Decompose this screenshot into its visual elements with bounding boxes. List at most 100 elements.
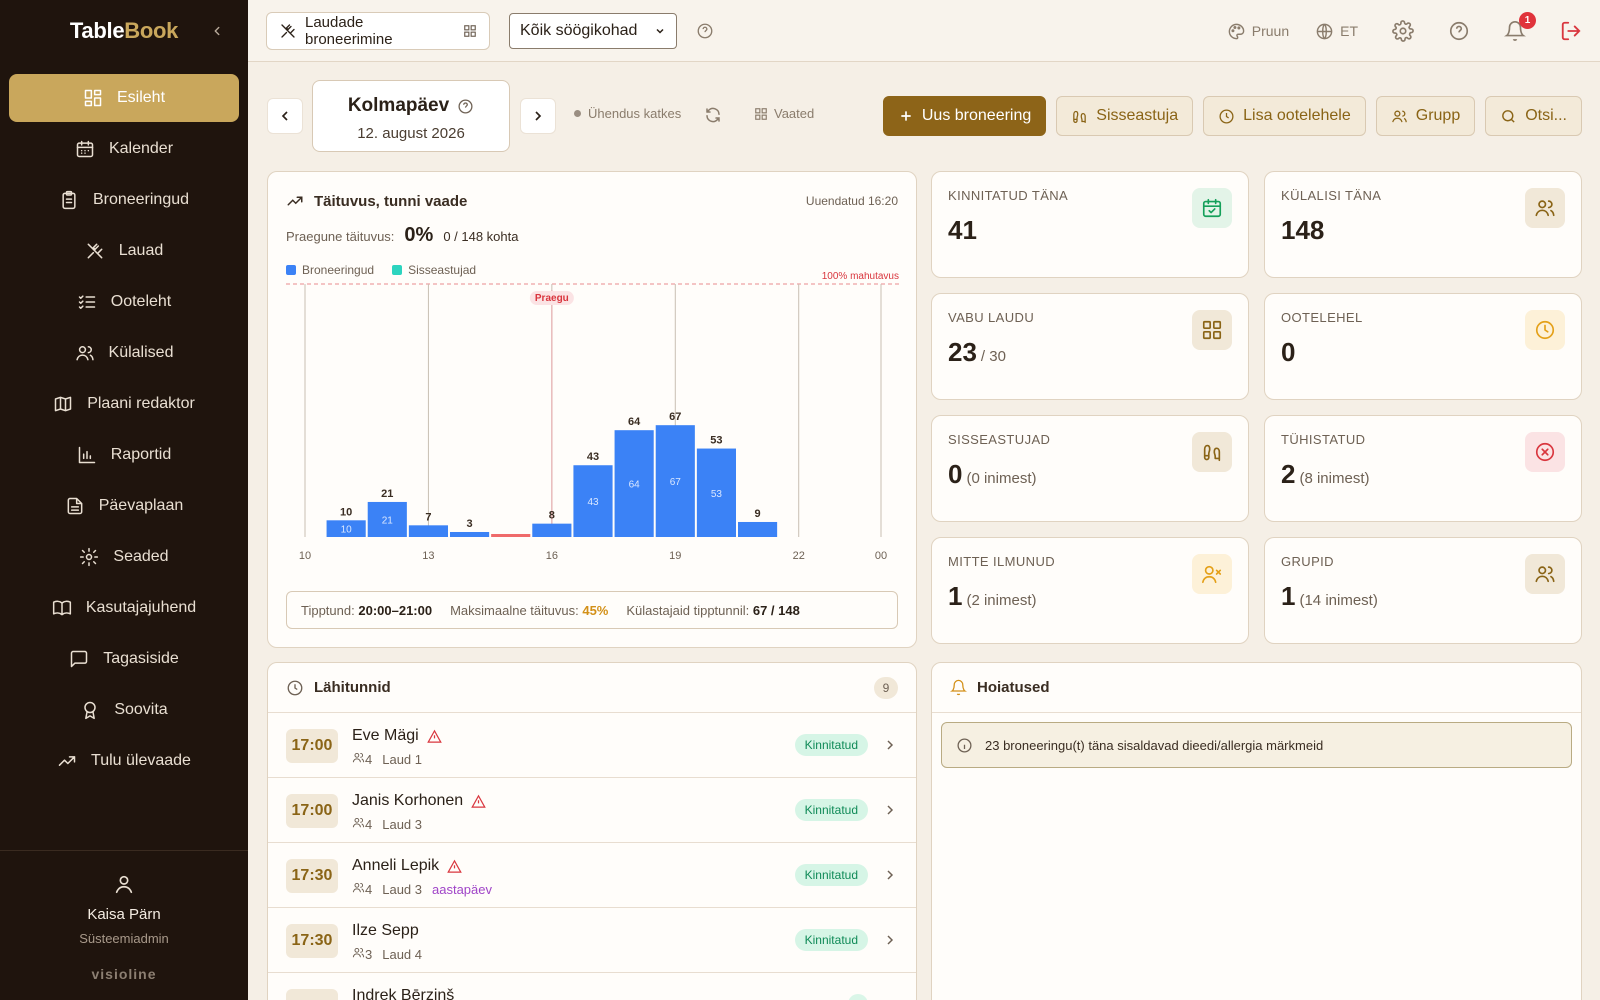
logout-icon[interactable] xyxy=(1560,20,1582,42)
group-button[interactable]: Grupp xyxy=(1375,96,1476,136)
sidebar-item-message[interactable]: Tagasiside xyxy=(9,635,239,683)
user-icon xyxy=(115,875,133,894)
gear-icon[interactable] xyxy=(1392,20,1414,42)
topbar-actions: Pruun ET 1 xyxy=(1201,0,1582,62)
sidebar-item-label: Esileht xyxy=(116,89,166,106)
status-badge xyxy=(848,994,868,1000)
sidebar-item-dashboard[interactable]: Esileht xyxy=(9,74,239,122)
stat-value: 0 xyxy=(1281,337,1296,367)
bar-value-label: 64 xyxy=(628,416,641,428)
alerts-panel: Hoiatused 23 broneeringu(t) täna sisalda… xyxy=(931,662,1582,1000)
status-dot xyxy=(574,110,581,117)
reservation-meta: 4 Laud 1 xyxy=(352,751,422,767)
reservation-meta: 4 Laud 3 aastapäev xyxy=(352,881,492,897)
message-icon xyxy=(70,650,88,668)
help-icon[interactable] xyxy=(696,22,714,40)
venue-select[interactable]: Kõik söögikohad xyxy=(509,13,677,49)
bar-value-label: 67 xyxy=(669,411,681,423)
stat-icon-wrap xyxy=(1525,554,1565,594)
refresh-icon[interactable] xyxy=(704,106,722,124)
bar-value-label: 10 xyxy=(340,506,352,518)
sidebar-item-map[interactable]: Plaani redaktor xyxy=(9,380,239,428)
sidebar-item-gear[interactable]: Seaded xyxy=(9,533,239,581)
alerts-title: Hoiatused xyxy=(977,679,1050,696)
new-reservation-button[interactable]: Uus broneering xyxy=(882,96,1047,136)
sidebar-nav: Esileht Kalender Broneeringud Lauad Ooteleht… xyxy=(0,62,248,785)
grid-icon xyxy=(464,25,476,37)
stat-label: Sisseastujad xyxy=(948,432,1051,447)
stat-card[interactable]: Mitte ilmunud 1 (2 inimest) xyxy=(931,537,1249,644)
stat-card[interactable]: Kinnitatud täna 41 xyxy=(931,171,1249,278)
stat-card[interactable]: Tühistatud 2 (8 inimest) xyxy=(1264,415,1582,522)
stat-sub: (2 inimest) xyxy=(966,592,1037,609)
next-day-button[interactable] xyxy=(520,98,556,134)
stat-sub: (8 inimest) xyxy=(1299,470,1370,487)
notification-badge: 1 xyxy=(1519,12,1536,29)
views-button[interactable]: Vaated xyxy=(754,106,814,121)
sidebar-item-document[interactable]: Päevaplaan xyxy=(9,482,239,530)
table-label: Laud 3 xyxy=(382,816,422,832)
users-icon xyxy=(1391,110,1407,122)
stat-card[interactable]: Külalisi täna 148 xyxy=(1264,171,1582,278)
theme-button[interactable]: Pruun xyxy=(1227,22,1289,41)
upcoming-title: Lähitunnid xyxy=(314,679,391,696)
bar-chart-icon xyxy=(78,446,95,464)
stat-label: Kinnitatud täna xyxy=(948,188,1069,203)
sidebar-item-utensils[interactable]: Lauad xyxy=(9,227,239,275)
sidebar-item-bar-chart[interactable]: Raportid xyxy=(9,431,239,479)
reservation-row[interactable]: 17:00 Janis Korhonen 4 Laud 3 Kinnitatud xyxy=(268,778,916,843)
stat-card[interactable]: Vabu laudu 23/ 30 xyxy=(931,293,1249,400)
add-to-waitlist-button[interactable]: Lisa ootelehele xyxy=(1203,96,1366,136)
full-date: 12. august 2026 xyxy=(357,125,465,142)
sidebar-item-clipboard[interactable]: Broneeringud xyxy=(9,176,239,224)
collapse-sidebar-button[interactable] xyxy=(206,20,228,42)
date-bar: Kolmapäev 12. august 2026 Ühendus katkes… xyxy=(248,62,1600,170)
day-name: Kolmapäev xyxy=(347,95,450,116)
help-icon[interactable] xyxy=(457,98,474,115)
prev-day-button[interactable] xyxy=(267,98,303,134)
trending-up-icon xyxy=(287,196,303,206)
bar-value-label: 7 xyxy=(425,511,431,523)
language-button[interactable]: ET xyxy=(1315,22,1358,41)
walk-in-button[interactable]: Sisseastuja xyxy=(1056,96,1194,136)
reservation-row[interactable]: 17:30 Ilze Sepp 3 Laud 4 Kinnitatud xyxy=(268,908,916,973)
notifications-button[interactable]: 1 xyxy=(1504,12,1536,42)
stat-icon-wrap xyxy=(1192,310,1232,350)
bar-value-label: 21 xyxy=(381,488,393,500)
sidebar-item-award[interactable]: Soovita xyxy=(9,686,239,734)
stat-card[interactable]: Sisseastujad 0 (0 inimest) xyxy=(931,415,1249,522)
reservation-row[interactable]: 17:00 Eve Mägi 4 Laud 1 Kinnitatud xyxy=(268,713,916,778)
reservation-row[interactable]: Indrek Bērziņš xyxy=(268,973,916,1000)
alert-item[interactable]: 23 broneeringu(t) täna sisaldavad dieedi… xyxy=(941,722,1572,768)
chevron-left-icon xyxy=(214,26,220,36)
users-icon xyxy=(352,882,365,893)
bar xyxy=(738,521,778,537)
brand-logo[interactable]: TableBook xyxy=(70,18,178,44)
party-size: 4 xyxy=(352,751,372,767)
stat-card[interactable]: Grupid 1 (14 inimest) xyxy=(1264,537,1582,644)
sidebar-item-list-check[interactable]: Ooteleht xyxy=(9,278,239,326)
bar-inner-label: 10 xyxy=(341,525,353,536)
sidebar-item-calendar[interactable]: Kalender xyxy=(9,125,239,173)
bar xyxy=(532,523,572,537)
bar-inner-label: 67 xyxy=(670,477,682,488)
upcoming-panel: Lähitunnid 9 17:00 Eve Mägi 4 Laud 1 Kinn… xyxy=(267,662,917,1000)
date-display[interactable]: Kolmapäev 12. august 2026 xyxy=(312,80,510,152)
reservation-row[interactable]: 17:30 Anneli Lepik 4 Laud 3 aastapäev Kin… xyxy=(268,843,916,908)
sidebar-item-users[interactable]: Külalised xyxy=(9,329,239,377)
sidebar-item-trending-up[interactable]: Tulu ülevaade xyxy=(9,737,239,785)
reservation-time: 17:30 xyxy=(286,924,338,958)
stat-value: 23/ 30 xyxy=(948,337,1006,367)
stat-icon-wrap xyxy=(1525,188,1565,228)
reservation-time: 17:30 xyxy=(286,859,338,893)
user-panel[interactable]: Kaisa Pärn Süsteemiadmin visioline xyxy=(0,850,248,1000)
stat-label: Mitte ilmunud xyxy=(948,554,1056,569)
help-circle-icon[interactable] xyxy=(1448,20,1470,42)
alerts-header: Hoiatused xyxy=(932,663,1581,713)
sidebar-item-book[interactable]: Kasutajajuhend xyxy=(9,584,239,632)
users-icon xyxy=(352,752,365,763)
search-button[interactable]: Otsi... xyxy=(1485,96,1582,136)
status-badge: Kinnitatud xyxy=(794,929,868,951)
stat-card[interactable]: Ootelehel 0 xyxy=(1264,293,1582,400)
mode-selector-button[interactable]: Laudade broneerimine xyxy=(266,12,490,50)
